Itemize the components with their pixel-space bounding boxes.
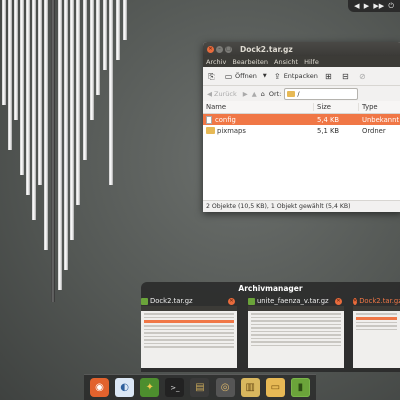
status-bar: 2 Objekte (10,5 KB), 1 Objekt gewählt (5…: [203, 200, 400, 212]
close-icon[interactable]: ✕: [353, 297, 358, 305]
maximize-button[interactable]: □: [225, 45, 232, 53]
column-size[interactable]: Size: [313, 103, 358, 111]
folder-icon[interactable]: ▭: [265, 378, 285, 397]
menu-bearbeiten[interactable]: Bearbeiten: [232, 58, 268, 66]
forward-icon[interactable]: ▶: [243, 90, 248, 98]
back-label[interactable]: Zurück: [214, 90, 237, 98]
archive-icon: [248, 297, 255, 305]
archive-icon: [141, 297, 148, 305]
play-icon[interactable]: ▶: [364, 0, 369, 12]
table-row[interactable]: pixmaps 5,1 KB Ordner: [203, 125, 400, 136]
switcher-item[interactable]: unite_faenza_v.tar.gz ✕: [248, 296, 344, 370]
extract-icon: ⇪: [273, 71, 281, 81]
archive-window: ✕ – □ Dock2.tar.gz Archiv Bearbeiten Ans…: [203, 42, 400, 212]
monitor-icon[interactable]: ▤: [190, 378, 210, 397]
game-icon[interactable]: ✦: [140, 378, 160, 397]
folder-icon: [206, 127, 215, 134]
menu-ansicht[interactable]: Ansicht: [274, 58, 298, 66]
archive-manager-icon[interactable]: ▮: [290, 378, 310, 397]
next-icon[interactable]: ▶▶: [373, 0, 384, 12]
files-icon[interactable]: ▥: [240, 378, 260, 397]
stop-icon: ⊘: [358, 71, 366, 81]
row-type: Unbekannt: [362, 115, 400, 124]
row-name: config: [215, 115, 236, 124]
stop-button[interactable]: ⊘: [358, 72, 369, 81]
file-icon: [206, 115, 212, 124]
open-folder-icon: ▭: [224, 71, 233, 81]
wallpaper-bars: [0, 0, 130, 310]
browser-icon[interactable]: ◐: [115, 378, 135, 397]
switcher-item[interactable]: Dock2.tar.gz ✕: [141, 296, 237, 370]
row-name: pixmaps: [217, 126, 246, 135]
power-icon[interactable]: ⏻: [388, 0, 394, 12]
file-table: Name Size Type config 5,4 KB Unbekannt p…: [203, 101, 400, 201]
window-title: Dock2.tar.gz: [240, 44, 293, 54]
chevron-down-icon[interactable]: ▼: [263, 73, 267, 79]
close-button[interactable]: ✕: [207, 45, 214, 53]
add-file-button[interactable]: ⊞: [324, 72, 335, 81]
row-size: 5,4 KB: [317, 115, 340, 124]
column-type[interactable]: Type: [358, 103, 400, 111]
close-icon[interactable]: ✕: [335, 297, 342, 305]
row-type: Ordner: [362, 126, 386, 135]
location-label: Ort:: [268, 90, 282, 98]
window-preview: [248, 306, 344, 368]
add-folder-icon: ⊟: [341, 71, 349, 81]
open-label: Öffnen: [235, 72, 257, 80]
back-icon[interactable]: ◀: [207, 90, 212, 98]
ubuntu-icon[interactable]: ◉: [90, 378, 110, 397]
window-switcher: Archivmanager Dock2.tar.gz ✕ unite_faenz…: [141, 282, 400, 372]
switcher-item-label: unite_faenza_v.tar.gz: [257, 297, 329, 305]
new-archive-icon: ⎘: [208, 71, 215, 81]
window-titlebar[interactable]: ✕ – □ Dock2.tar.gz: [203, 42, 400, 56]
row-size: 5,1 KB: [317, 126, 340, 135]
extract-label: Entpacken: [283, 72, 318, 80]
dock: ◉ ◐ ✦ >_ ▤ ◎ ▥ ▭ ▮: [84, 374, 316, 400]
menu-hilfe[interactable]: Hilfe: [304, 58, 319, 66]
terminal-icon[interactable]: >_: [165, 378, 185, 397]
home-icon[interactable]: ⌂: [261, 90, 265, 98]
table-row[interactable]: config 5,4 KB Unbekannt: [203, 114, 400, 125]
add-file-icon: ⊞: [324, 71, 332, 81]
minimize-button[interactable]: –: [216, 45, 223, 53]
open-button[interactable]: ▭ Öffnen ▼: [224, 72, 267, 81]
new-archive-button[interactable]: ⎘: [207, 72, 218, 81]
folder-icon: [287, 91, 296, 97]
location-path: /: [297, 90, 300, 98]
extract-button[interactable]: ⇪ Entpacken: [273, 72, 318, 81]
switcher-item-label: Dock2.tar.gz: [359, 297, 400, 305]
window-preview: [141, 306, 237, 368]
column-name[interactable]: Name: [203, 103, 313, 111]
top-panel: ◀ ▶ ▶▶ ⏻: [348, 0, 400, 12]
window-preview: [353, 306, 400, 368]
toolbar: ⎘ ▭ Öffnen ▼ ⇪ Entpacken ⊞ ⊟ ⊘: [203, 67, 400, 86]
menubar: Archiv Bearbeiten Ansicht Hilfe: [203, 56, 400, 67]
switcher-title: Archivmanager: [238, 284, 303, 293]
up-icon[interactable]: ▲: [252, 90, 257, 98]
switcher-item-label: Dock2.tar.gz: [150, 297, 193, 305]
speaker-icon[interactable]: ◎: [215, 378, 235, 397]
add-folder-button[interactable]: ⊟: [341, 72, 352, 81]
menu-icon[interactable]: ◀: [354, 0, 359, 12]
table-header: Name Size Type: [203, 101, 400, 114]
close-icon[interactable]: ✕: [228, 297, 235, 305]
location-input[interactable]: /: [284, 88, 359, 100]
switcher-item[interactable]: ✕ Dock2.tar.gz: [353, 296, 400, 370]
menu-archiv[interactable]: Archiv: [206, 58, 226, 66]
